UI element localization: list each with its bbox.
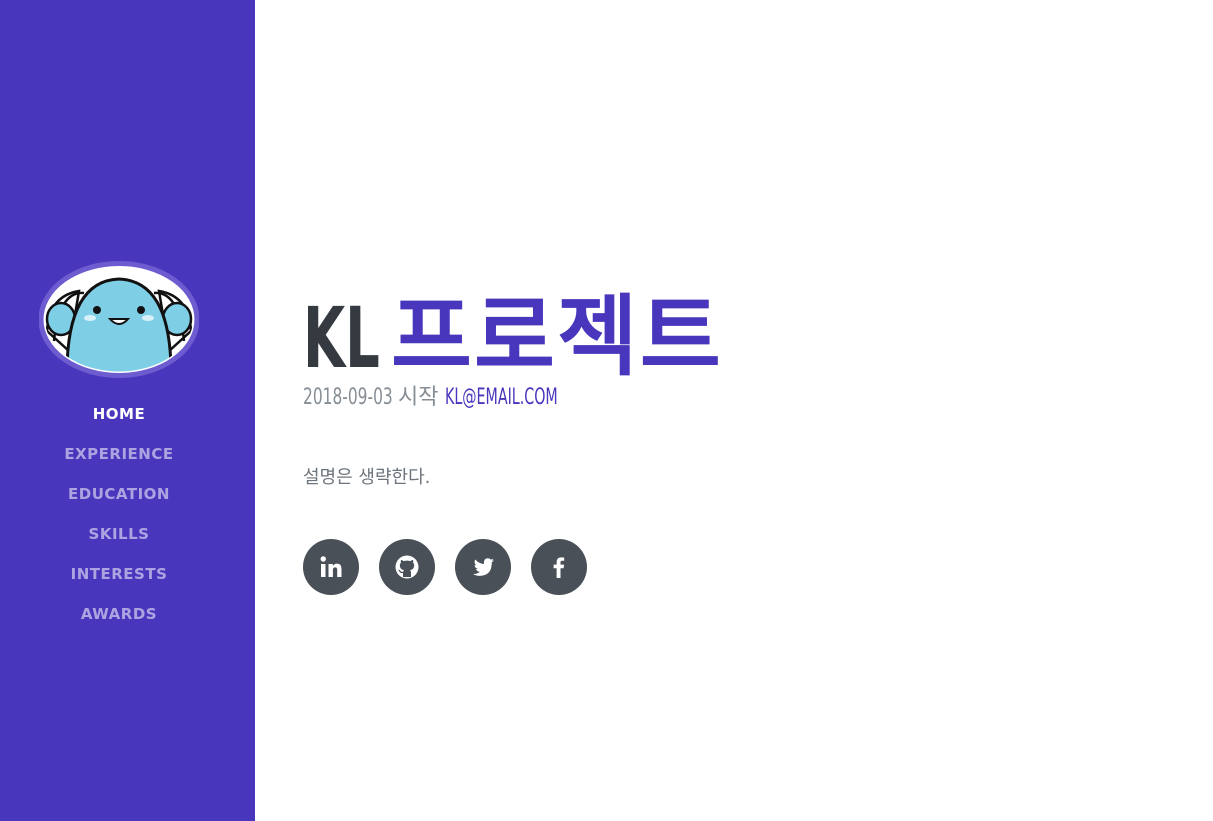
nav-item-skills: SKILLS	[0, 522, 238, 562]
title-name-last: 프로젝트	[391, 285, 723, 388]
nav-list: HOME EXPERIENCE EDUCATION SKILLS INTERES…	[0, 402, 238, 642]
nav-link-interests[interactable]: INTERESTS	[71, 562, 168, 586]
main-content: KL 프로젝트 2018-09-03 시작 KL@EMAIL.COM 설명은 생략…	[303, 0, 1183, 821]
nav-item-experience: EXPERIENCE	[0, 442, 238, 482]
nav-item-home: HOME	[0, 402, 238, 442]
avatar[interactable]	[38, 261, 200, 378]
github-icon	[395, 555, 419, 579]
linkedin-icon	[320, 556, 342, 577]
start-label: 시작	[398, 385, 439, 410]
subheading: 2018-09-03 시작 KL@EMAIL.COM	[303, 382, 602, 414]
nav-item-interests: INTERESTS	[0, 562, 238, 602]
nav-link-skills[interactable]: SKILLS	[89, 522, 150, 546]
nav-link-experience[interactable]: EXPERIENCE	[64, 442, 173, 466]
nav-item-education: EDUCATION	[0, 482, 238, 522]
twitter-button[interactable]	[455, 539, 511, 595]
facebook-button[interactable]	[531, 539, 587, 595]
linkedin-button[interactable]	[303, 539, 359, 595]
description-text: 설명은 생략한다.	[303, 467, 431, 488]
email-link[interactable]: KL@EMAIL.COM	[445, 382, 558, 414]
nav-link-education[interactable]: EDUCATION	[68, 482, 170, 506]
nav-link-awards[interactable]: AWARDS	[81, 602, 157, 626]
social-icons	[303, 539, 587, 595]
nav-item-awards: AWARDS	[0, 602, 238, 642]
title-name-first: KL	[303, 289, 380, 387]
facebook-icon	[553, 557, 565, 578]
start-date: 2018-09-03	[303, 385, 393, 410]
github-button[interactable]	[379, 539, 435, 595]
twitter-icon	[473, 558, 494, 576]
sidebar-nav: HOME EXPERIENCE EDUCATION SKILLS INTERES…	[0, 0, 255, 821]
nav-link-home[interactable]: HOME	[93, 402, 145, 426]
